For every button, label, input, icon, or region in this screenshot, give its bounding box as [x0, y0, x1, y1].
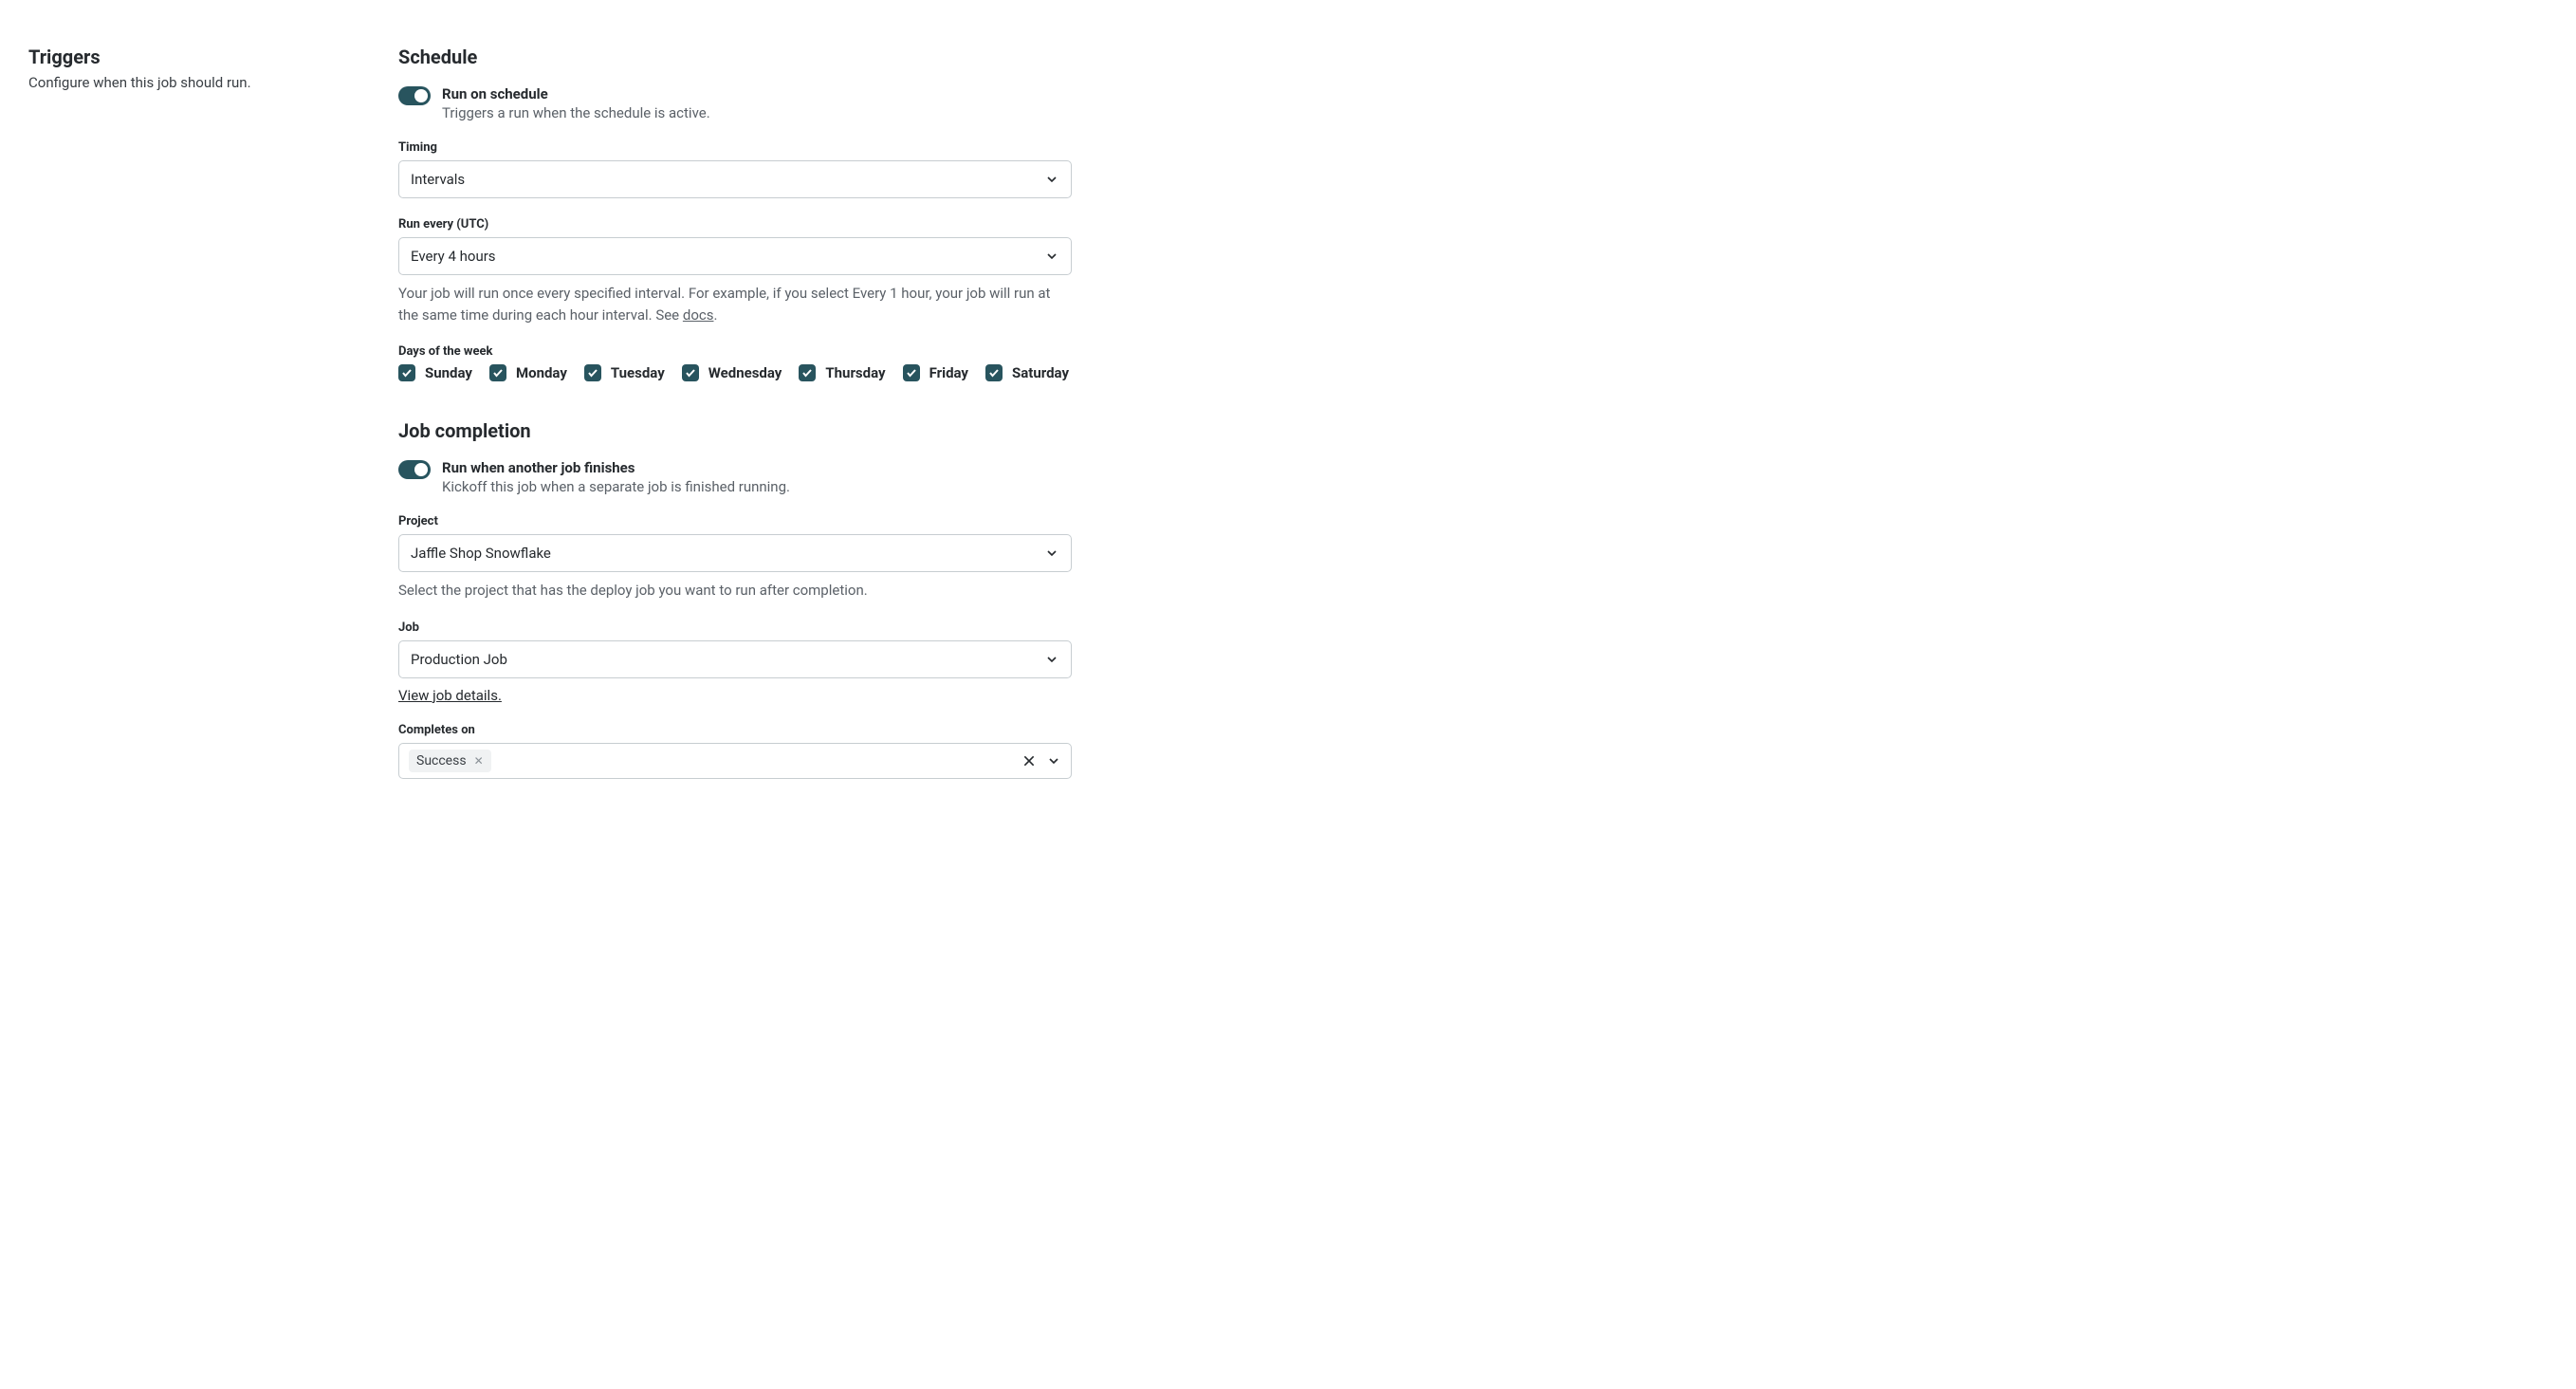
run-on-schedule-text: Run on schedule Triggers a run when the … [442, 85, 710, 121]
chevron-down-icon [1044, 172, 1059, 187]
day-thursday: Thursday [799, 364, 885, 381]
check-icon [988, 367, 1000, 379]
project-label: Project [398, 514, 1072, 528]
day-monday-checkbox[interactable] [489, 364, 506, 381]
chevron-down-icon[interactable] [1046, 753, 1061, 769]
completes-on-controls [1021, 753, 1061, 769]
check-icon [401, 367, 413, 379]
sidebar-description: Configure when this job should run. [28, 74, 360, 91]
completes-on-field: Completes on Success ✕ [398, 723, 1072, 779]
job-field: Job Production Job [398, 620, 1072, 678]
day-sunday: Sunday [398, 364, 472, 381]
view-job-details-row: View job details. [398, 686, 1072, 704]
completes-on-tag: Success ✕ [409, 750, 491, 772]
run-every-helper: Your job will run once every specified i… [398, 283, 1072, 325]
day-wednesday-checkbox[interactable] [682, 364, 699, 381]
chevron-down-icon [1044, 652, 1059, 667]
run-every-value: Every 4 hours [411, 248, 496, 265]
project-field: Project Jaffle Shop Snowflake Select the… [398, 514, 1072, 602]
day-friday-label: Friday [929, 364, 968, 381]
check-icon [906, 367, 917, 379]
day-tuesday: Tuesday [584, 364, 665, 381]
run-every-field: Run every (UTC) Every 4 hours Your job w… [398, 217, 1072, 325]
check-icon [685, 367, 696, 379]
sidebar-title: Triggers [28, 46, 360, 68]
day-monday: Monday [489, 364, 567, 381]
day-friday-checkbox[interactable] [903, 364, 920, 381]
run-every-helper-post: . [713, 306, 717, 324]
run-every-label: Run every (UTC) [398, 217, 1072, 232]
check-icon [587, 367, 598, 379]
remove-tag-icon[interactable]: ✕ [474, 754, 484, 768]
completes-on-tag-label: Success [416, 753, 467, 769]
chevron-down-icon [1044, 546, 1059, 561]
day-friday: Friday [903, 364, 968, 381]
day-monday-label: Monday [516, 364, 567, 381]
check-icon [801, 367, 813, 379]
day-wednesday: Wednesday [682, 364, 782, 381]
run-when-finishes-text: Run when another job finishes Kickoff th… [442, 459, 790, 495]
chevron-down-icon [1044, 249, 1059, 264]
day-tuesday-label: Tuesday [611, 364, 665, 381]
day-wednesday-label: Wednesday [708, 364, 782, 381]
day-thursday-checkbox[interactable] [799, 364, 816, 381]
schedule-heading: Schedule [398, 46, 1072, 68]
job-completion-heading: Job completion [398, 419, 1072, 442]
run-every-select[interactable]: Every 4 hours [398, 237, 1072, 275]
days-label: Days of the week [398, 344, 1072, 359]
completes-on-select[interactable]: Success ✕ [398, 743, 1072, 779]
clear-icon[interactable] [1021, 753, 1037, 769]
run-on-schedule-row: Run on schedule Triggers a run when the … [398, 85, 1072, 121]
run-on-schedule-title: Run on schedule [442, 85, 710, 102]
day-tuesday-checkbox[interactable] [584, 364, 601, 381]
job-label: Job [398, 620, 1072, 635]
run-when-finishes-description: Kickoff this job when a separate job is … [442, 478, 790, 495]
run-when-finishes-row: Run when another job finishes Kickoff th… [398, 459, 1072, 495]
project-helper: Select the project that has the deploy j… [398, 580, 1072, 602]
run-on-schedule-description: Triggers a run when the schedule is acti… [442, 104, 710, 121]
days-field: Days of the week Sunday Monday Tuesday W… [398, 344, 1072, 381]
triggers-main: Schedule Run on schedule Triggers a run … [398, 46, 1072, 798]
project-value: Jaffle Shop Snowflake [411, 545, 551, 562]
docs-link[interactable]: docs [683, 306, 714, 324]
timing-select[interactable]: Intervals [398, 160, 1072, 198]
check-icon [492, 367, 504, 379]
day-saturday-checkbox[interactable] [985, 364, 1003, 381]
triggers-sidebar: Triggers Configure when this job should … [28, 46, 360, 798]
completes-on-label: Completes on [398, 723, 1072, 737]
day-sunday-checkbox[interactable] [398, 364, 415, 381]
run-on-schedule-toggle[interactable] [398, 86, 431, 105]
view-job-details-link[interactable]: View job details. [398, 687, 502, 704]
job-value: Production Job [411, 651, 507, 668]
timing-field: Timing Intervals [398, 140, 1072, 198]
day-saturday: Saturday [985, 364, 1069, 381]
timing-label: Timing [398, 140, 1072, 155]
day-sunday-label: Sunday [425, 364, 472, 381]
run-when-finishes-title: Run when another job finishes [442, 459, 790, 476]
timing-value: Intervals [411, 171, 465, 188]
run-every-helper-pre: Your job will run once every specified i… [398, 285, 1050, 324]
run-when-finishes-toggle[interactable] [398, 460, 431, 479]
days-row: Sunday Monday Tuesday Wednesday Thursday [398, 364, 1072, 381]
day-saturday-label: Saturday [1012, 364, 1069, 381]
project-select[interactable]: Jaffle Shop Snowflake [398, 534, 1072, 572]
job-select[interactable]: Production Job [398, 640, 1072, 678]
day-thursday-label: Thursday [825, 364, 885, 381]
